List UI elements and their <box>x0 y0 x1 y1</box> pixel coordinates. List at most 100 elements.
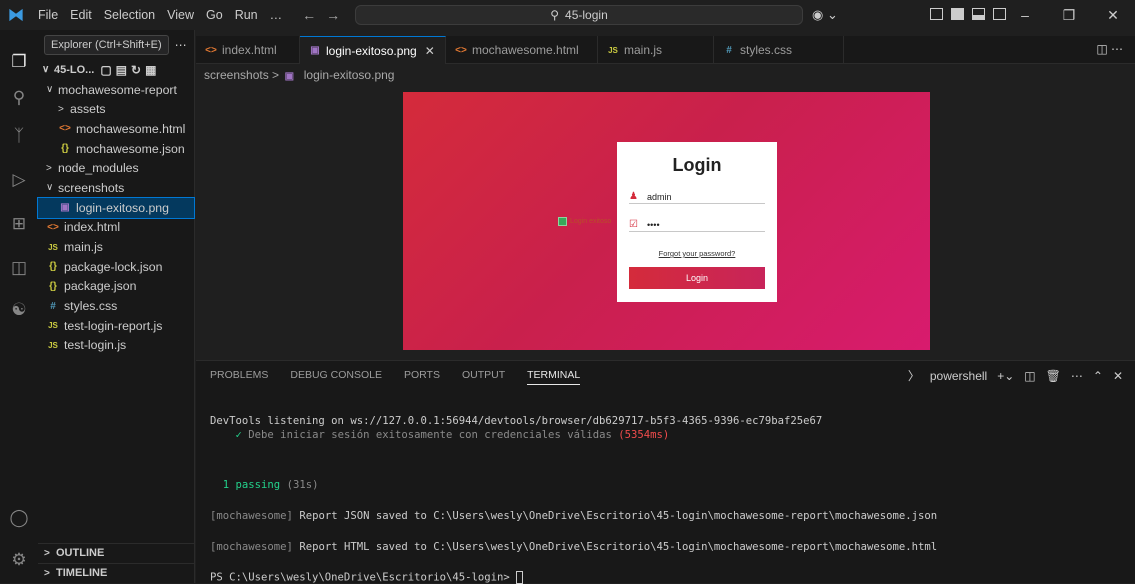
back-arrow-icon[interactable]: ← <box>302 7 316 23</box>
timeline-section[interactable]: > TIMELINE <box>38 563 195 582</box>
png-file-icon: ▣ <box>60 202 70 214</box>
explorer-toolbar-icons[interactable]: ▢▤↻▦ <box>100 63 160 77</box>
tree-item-label: node_modules <box>58 161 139 176</box>
editor-tab[interactable]: <> index.html <box>196 36 300 64</box>
tab-debug-console[interactable]: DEBUG CONSOLE <box>290 369 382 385</box>
editor-tabs: <> index.html ▣ login-exitoso.png ✕ <> mochawe… <box>196 36 1135 64</box>
explorer-sidebar: Explorer (Ctrl+Shift+E) ⋯ ∨ 45-LO... ▢▤↻… <box>37 30 195 583</box>
tree-item[interactable]: JS test-login.js <box>38 336 194 356</box>
minimize-icon[interactable]: – <box>1003 7 1047 23</box>
tree-item[interactable]: <> mochawesome.html <box>38 119 194 139</box>
login-card: Login ♟ admin ☑ •••• Forgot your passwor… <box>617 142 777 302</box>
tree-item[interactable]: ∨ mochawesome-report <box>38 80 194 100</box>
tab-terminal[interactable]: TERMINAL <box>527 369 581 385</box>
tree-item-label: package-lock.json <box>64 259 163 274</box>
remember-checkbox: Login exitoso <box>558 217 611 226</box>
tree-item[interactable]: JS main.js <box>38 237 194 257</box>
editor-tab[interactable]: ▣ login-exitoso.png ✕ <box>300 36 446 64</box>
tree-item[interactable]: {} package-lock.json <box>38 257 194 277</box>
search-icon: ⚲ <box>550 8 560 22</box>
outline-label: OUTLINE <box>56 547 105 559</box>
prompt-line: PS C:\Users\wesly\OneDrive\Escritorio\45… <box>210 571 524 584</box>
terminal-icon: 〉 <box>907 369 920 383</box>
shell-name[interactable]: powershell <box>930 369 987 383</box>
maximize-panel-icon[interactable]: ⌃ <box>1093 369 1103 383</box>
tree-item[interactable]: ▣ login-exitoso.png <box>37 196 195 219</box>
title-bar: ⧓ File Edit Selection View Go Run … ← → … <box>0 0 1135 30</box>
copilot-icon[interactable]: ◉ ⌄ <box>812 7 838 23</box>
tree-item-label: assets <box>70 102 106 117</box>
tree-item[interactable]: {} package.json <box>38 277 194 297</box>
new-terminal-icon[interactable]: +⌄ <box>997 369 1014 383</box>
split-terminal-icon[interactable]: ◫ <box>1024 369 1035 383</box>
tree-item[interactable]: <> index.html <box>38 218 194 238</box>
forward-arrow-icon[interactable]: → <box>326 7 340 23</box>
trash-icon[interactable]: 🗑 <box>1046 369 1061 383</box>
close-panel-icon[interactable]: ✕ <box>1113 369 1123 383</box>
extensions-icon[interactable]: ⊞ <box>9 214 29 234</box>
account-icon[interactable]: ◯ <box>9 508 29 528</box>
tree-item[interactable]: ∨ screenshots <box>38 178 194 198</box>
customize-layout-icon[interactable] <box>930 8 943 20</box>
tab-problems[interactable]: PROBLEMS <box>210 369 268 385</box>
explorer-icon[interactable]: ❐ <box>9 52 29 72</box>
workspace-root-label: 45-LO... <box>54 63 95 76</box>
more-icon[interactable]: ⋯ <box>1071 369 1083 383</box>
tree-item[interactable]: # styles.css <box>38 296 194 316</box>
close-window-icon[interactable]: ✕ <box>1091 7 1135 24</box>
passing-time: (31s) <box>286 479 319 491</box>
username-value: admin <box>647 191 672 202</box>
run-debug-icon[interactable]: ▷ <box>9 170 29 190</box>
workspace-root[interactable]: ∨ 45-LO... ▢▤↻▦ <box>38 60 194 80</box>
tree-item-label: styles.css <box>64 299 118 314</box>
html-file-icon: <> <box>47 221 59 233</box>
menu-selection[interactable]: Selection <box>98 0 161 30</box>
close-tab-icon[interactable]: ✕ <box>425 44 435 58</box>
chevron-right-icon: > <box>46 162 52 174</box>
tree-item[interactable]: JS test-login-report.js <box>38 316 194 336</box>
json-file-icon: {} <box>49 261 57 273</box>
toggle-panel-icon[interactable] <box>972 8 985 20</box>
tree-item[interactable]: > assets <box>38 99 194 119</box>
menu-more[interactable]: … <box>264 0 289 30</box>
settings-gear-icon[interactable]: ⚙ <box>9 550 29 570</box>
source-control-icon[interactable]: ᛉ <box>9 126 29 146</box>
split-editor-icon[interactable]: ◫ ⋯ <box>1096 42 1123 56</box>
html-report-line: [mochawesome] Report HTML saved to C:\Us… <box>210 541 937 553</box>
js-file-icon: JS <box>48 340 58 350</box>
editor-tab[interactable]: JS main.js <box>598 36 714 64</box>
restore-icon[interactable]: ❐ <box>1047 7 1091 24</box>
tree-item[interactable]: {} mochawesome.json <box>38 139 194 159</box>
command-center-search[interactable]: ⚲ 45-login <box>355 5 803 25</box>
forgot-password-link: Forgot your password? <box>658 249 736 258</box>
passing-line: 1 passing (31s) <box>210 479 319 491</box>
html-file-icon: <> <box>455 44 467 56</box>
devtools-line: DevTools listening on ws://127.0.0.1:569… <box>210 415 823 427</box>
tree-item[interactable]: > node_modules <box>38 158 194 178</box>
menu-view[interactable]: View <box>161 0 200 30</box>
breadcrumb-file[interactable]: login-exitoso.png <box>304 68 395 82</box>
toggle-sidebar-icon[interactable] <box>951 8 964 20</box>
more-actions-icon[interactable]: ⋯ <box>175 38 187 52</box>
breadcrumb-folder[interactable]: screenshots <box>204 68 269 82</box>
outline-section[interactable]: > OUTLINE <box>38 543 195 562</box>
tab-ports[interactable]: PORTS <box>404 369 440 385</box>
docker-icon[interactable]: ☯ <box>9 300 29 320</box>
json-saved-text: Report JSON saved to C:\Users\wesly\OneD… <box>299 510 938 522</box>
check-icon: ✓ <box>235 429 242 441</box>
tab-label: index.html <box>222 43 277 57</box>
editor-tab[interactable]: # styles.css <box>714 36 844 64</box>
mochawesome-tag: [mochawesome] <box>210 510 293 522</box>
tree-item-label: main.js <box>64 240 103 255</box>
menu-run[interactable]: Run <box>229 0 264 30</box>
remote-explorer-icon[interactable]: ◫ <box>9 258 29 278</box>
menu-go[interactable]: Go <box>200 0 229 30</box>
chevron-right-icon: > <box>44 567 50 579</box>
tab-output[interactable]: OUTPUT <box>462 369 505 385</box>
search-icon[interactable]: ⚲ <box>9 88 29 108</box>
js-file-icon: JS <box>48 242 58 252</box>
terminal-cursor <box>516 571 524 584</box>
editor-tab[interactable]: <> mochawesome.html <box>446 36 598 64</box>
menu-file[interactable]: File <box>32 0 64 30</box>
menu-edit[interactable]: Edit <box>64 0 98 30</box>
